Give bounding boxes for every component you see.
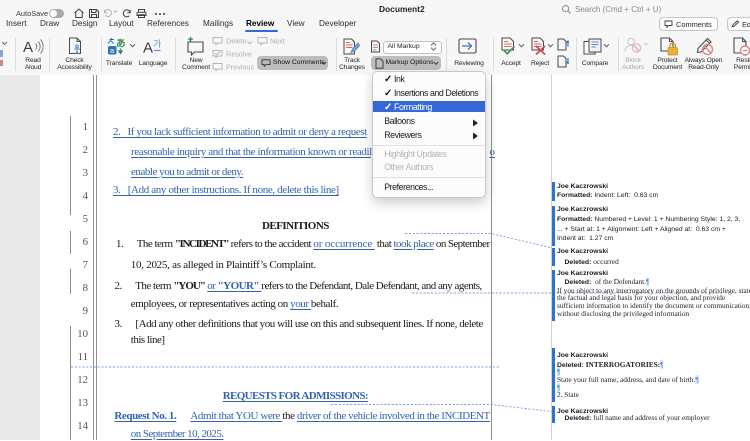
svg-text:Resolve: Resolve (226, 50, 252, 59)
svg-text:Delete: Delete (226, 37, 247, 46)
svg-text:A: A (23, 39, 33, 55)
svg-text:Next: Next (270, 37, 285, 46)
svg-text:Previous: Previous (226, 63, 254, 72)
svg-text:A: A (143, 39, 153, 55)
svg-text:가: 가 (153, 39, 161, 49)
svg-text:あ: あ (116, 38, 126, 50)
